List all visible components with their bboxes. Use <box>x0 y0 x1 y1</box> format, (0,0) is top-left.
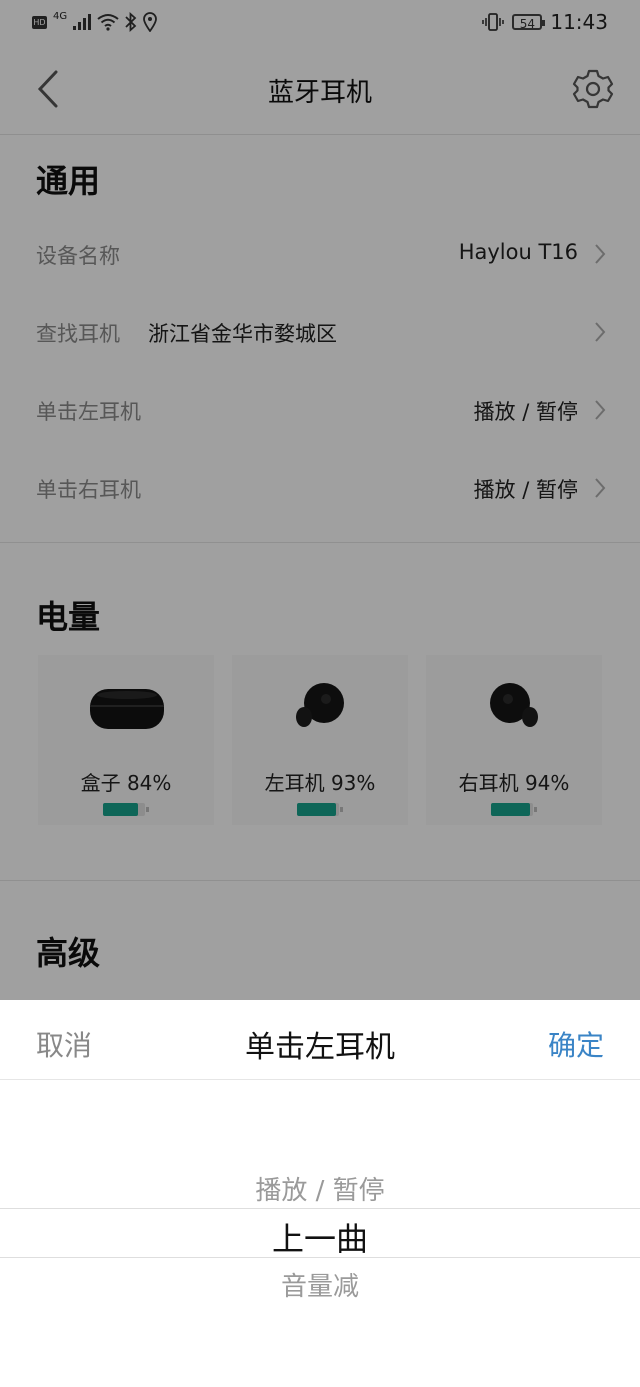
picker-option-selected[interactable]: 上一曲 <box>0 1214 640 1260</box>
sheet-header: 取消 单击左耳机 确定 <box>0 1000 640 1080</box>
modal-backdrop[interactable] <box>0 0 640 1000</box>
sheet-title: 单击左耳机 <box>245 1030 395 1065</box>
picker-selection-line <box>0 1208 640 1209</box>
picker-option[interactable]: 音量减 <box>0 1266 640 1303</box>
confirm-button[interactable]: 确定 <box>548 1024 604 1064</box>
settings-page: HD 4G 54 11:43 蓝牙耳机 通用 设备名称 Haylou T16 查… <box>0 0 640 1387</box>
picker-selection-line <box>0 1257 640 1258</box>
picker-option[interactable]: 播放 / 暂停 <box>0 1170 640 1207</box>
action-picker-sheet: 取消 单击左耳机 确定 播放 / 暂停 上一曲 音量减 <box>0 1000 640 1387</box>
